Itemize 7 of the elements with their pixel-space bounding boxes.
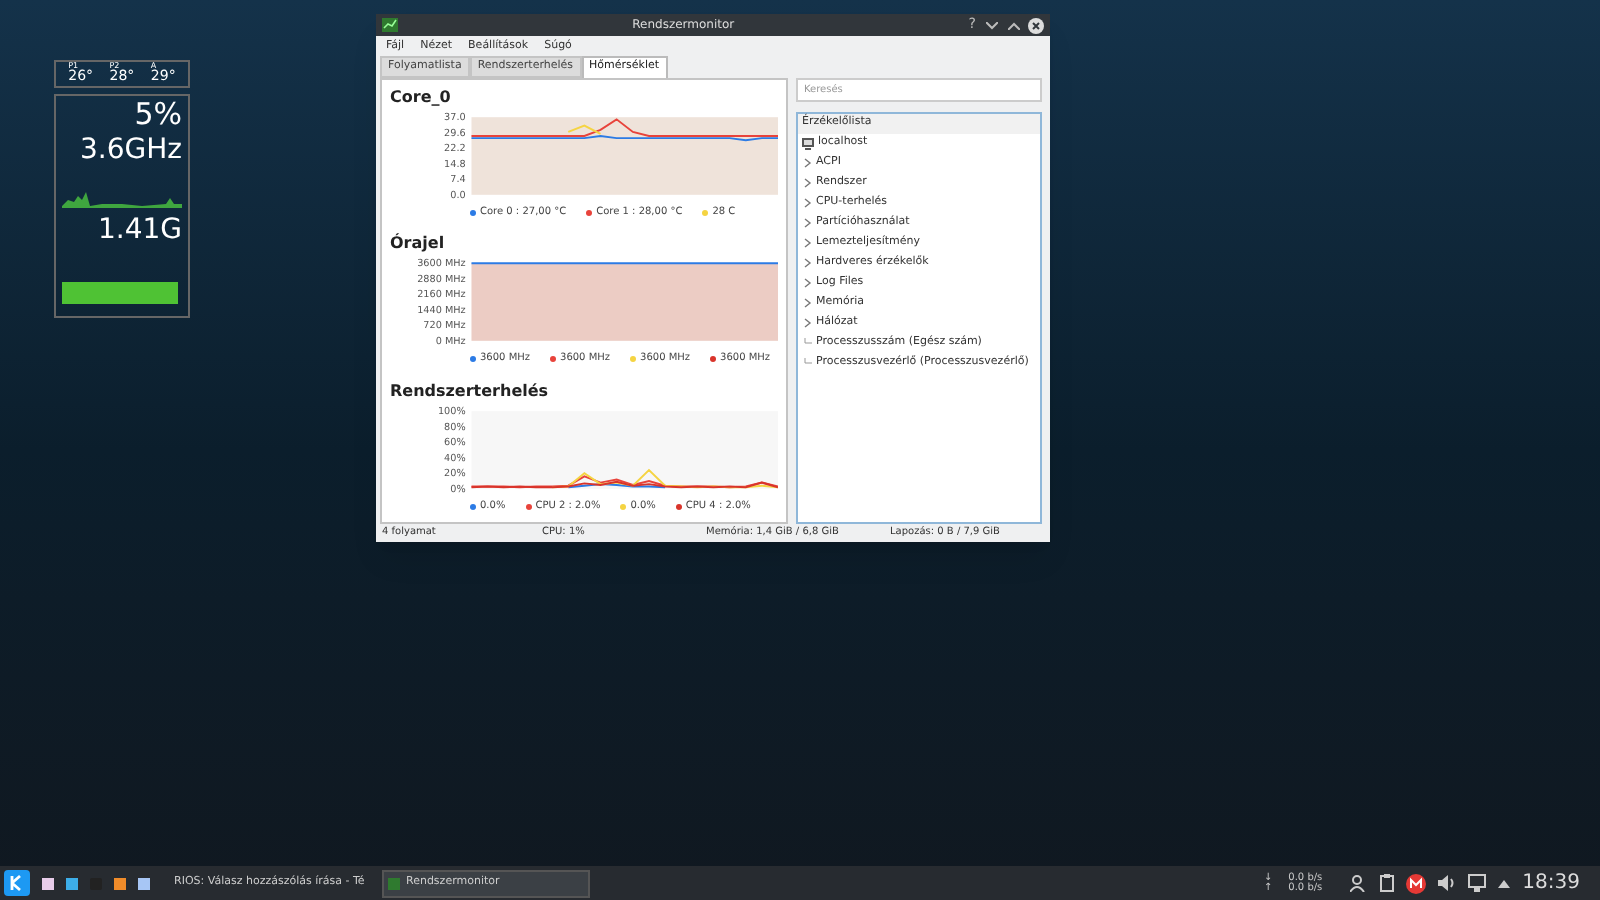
memory-usage: 1.41G: [97, 216, 182, 244]
cpu-frequency: 3.6GHz: [80, 136, 182, 164]
chart-title: Rendszerterhelés: [390, 383, 551, 400]
cpu-usage: 5%: [134, 100, 182, 130]
chart-title: Core_0: [390, 89, 453, 106]
clock: 18:39: [1522, 870, 1580, 898]
chart-title: Órajel: [390, 236, 447, 253]
